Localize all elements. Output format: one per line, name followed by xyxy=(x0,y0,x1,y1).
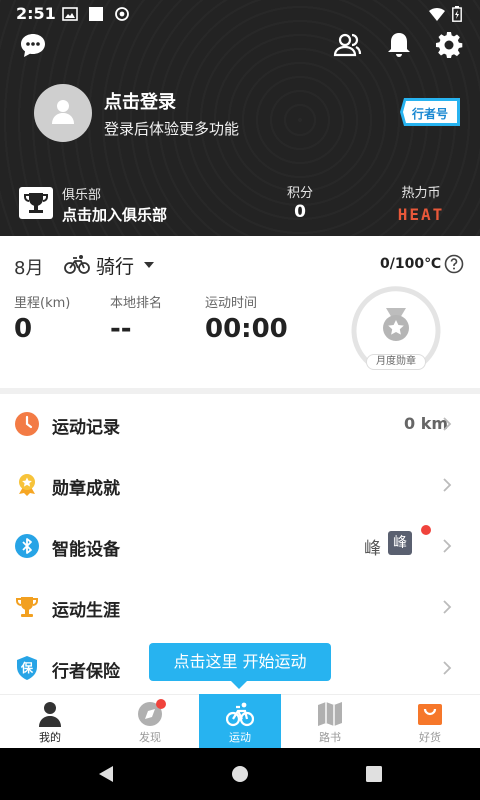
mileage-label: 里程(km) xyxy=(14,296,71,311)
month-selector[interactable]: 8月 xyxy=(14,254,43,280)
heat-logo[interactable]: HEAT xyxy=(390,205,452,224)
default-user-icon xyxy=(52,100,74,124)
medal-icon xyxy=(383,308,409,341)
heat-coin-label: 热力币 xyxy=(401,186,441,201)
discover-notification-dot xyxy=(156,699,166,709)
local-rank-value: -- xyxy=(110,314,132,344)
exercise-time-label: 运动时间 xyxy=(205,296,258,311)
tab-mine[interactable]: 我的 xyxy=(10,694,90,748)
chevron-right-icon xyxy=(443,539,452,553)
tab-exercise[interactable]: 运动 xyxy=(200,694,280,748)
image-notification-icon xyxy=(62,7,78,21)
menu-item-label: 智能设备 xyxy=(52,540,120,560)
menu-item-exercise-records[interactable]: 运动记录 0 km xyxy=(0,394,480,454)
help-icon[interactable] xyxy=(444,254,464,274)
tab-roadbook[interactable]: 路书 xyxy=(290,694,370,748)
menu-item-sports-career[interactable]: 运动生涯 xyxy=(0,577,480,637)
tab-label: 路书 xyxy=(319,731,341,744)
status-time: 2:51 xyxy=(16,4,56,23)
chevron-down-icon xyxy=(144,262,154,268)
home-icon[interactable] xyxy=(228,762,252,786)
tab-label: 发现 xyxy=(139,731,161,744)
walker-id-badge[interactable]: 行者号 xyxy=(398,96,462,132)
record-notification-icon xyxy=(115,7,129,21)
tab-label: 好货 xyxy=(419,731,441,744)
insurance-icon-glyph: 保 xyxy=(20,661,33,675)
battery-icon xyxy=(452,6,462,22)
bluetooth-icon xyxy=(15,534,39,558)
chevron-right-icon xyxy=(443,478,452,492)
bell-icon[interactable] xyxy=(384,30,414,60)
system-navigation-bar xyxy=(0,748,480,800)
shopping-bag-icon xyxy=(418,704,442,725)
login-subtitle: 登录后体验更多功能 xyxy=(104,120,240,138)
device-brand-badge: 峰 xyxy=(388,531,412,555)
square-notification-icon xyxy=(89,7,103,21)
exercise-time-value: 00:00 xyxy=(205,314,288,344)
wifi-icon xyxy=(429,7,445,21)
insurance-icon: 保 xyxy=(14,655,40,681)
menu-item-label: 运动记录 xyxy=(52,418,120,438)
menu-item-label: 勋章成就 xyxy=(52,479,120,499)
monthly-goal: 0/100℃ xyxy=(380,256,442,272)
avatar[interactable] xyxy=(34,84,92,142)
chevron-right-icon xyxy=(443,600,452,614)
chevron-right-icon xyxy=(443,661,452,675)
profile-header: 2:51 点击登录 登录后体验更多功能 行者号 俱乐部 点击加入俱乐部 积分 0… xyxy=(0,0,480,236)
walker-badge-label: 行者号 xyxy=(411,107,448,121)
person-icon xyxy=(39,702,61,727)
club-trophy-icon xyxy=(19,187,53,219)
sport-type-label: 骑行 xyxy=(96,256,135,278)
tab-label: 我的 xyxy=(39,731,61,744)
club-label: 俱乐部 xyxy=(62,188,102,203)
points-value[interactable]: 0 xyxy=(270,202,330,222)
menu-item-smart-devices[interactable]: 智能设备 峰 峰 xyxy=(0,516,480,576)
start-exercise-tooltip[interactable]: 点击这里 开始运动 xyxy=(149,643,331,681)
local-rank-label: 本地排名 xyxy=(110,296,163,311)
status-bar: 2:51 xyxy=(0,0,480,28)
connected-device-name: 峰 xyxy=(364,539,381,559)
points-label: 积分 xyxy=(286,186,313,201)
mileage-value: 0 xyxy=(14,314,33,344)
bike-icon xyxy=(226,702,254,727)
friends-icon[interactable] xyxy=(332,30,362,60)
medal-caption: 月度勋章 xyxy=(366,354,426,370)
trophy-icon xyxy=(16,597,38,617)
clock-icon xyxy=(15,412,39,436)
menu-item-label: 运动生涯 xyxy=(52,601,120,621)
join-club-link[interactable]: 点击加入俱乐部 xyxy=(62,204,167,225)
medal-icon xyxy=(19,474,35,496)
tab-discover[interactable]: 发现 xyxy=(110,694,190,748)
back-icon[interactable] xyxy=(94,762,118,786)
map-icon xyxy=(318,702,342,726)
chevron-right-icon xyxy=(443,417,452,431)
notification-dot xyxy=(421,525,431,535)
gear-icon[interactable] xyxy=(434,30,464,60)
recents-icon[interactable] xyxy=(362,762,386,786)
tab-label: 运动 xyxy=(229,731,251,744)
menu-item-label: 行者保险 xyxy=(52,662,120,682)
login-title[interactable]: 点击登录 xyxy=(104,88,176,114)
tooltip-arrow xyxy=(231,681,247,689)
menu-item-medal-achievements[interactable]: 勋章成就 xyxy=(0,455,480,515)
bike-icon xyxy=(64,255,90,274)
message-icon[interactable] xyxy=(18,30,48,60)
tab-goods[interactable]: 好货 xyxy=(390,694,470,748)
